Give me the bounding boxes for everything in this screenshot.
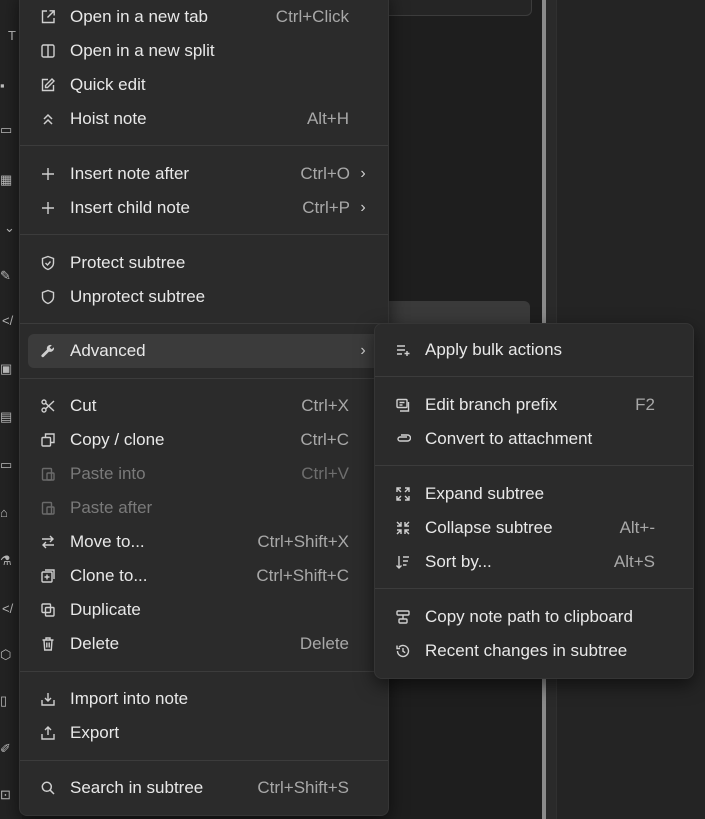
menu-item-paste-into[interactable]: Paste into Ctrl+V [28, 457, 380, 491]
menu-item-recent-changes[interactable]: Recent changes in subtree [383, 634, 685, 668]
menu-item-move-to[interactable]: Move to... Ctrl+Shift+X [28, 525, 380, 559]
advanced-submenu: Apply bulk actions Edit branch prefix F2… [374, 323, 694, 679]
menu-item-quick-edit[interactable]: Quick edit [28, 68, 380, 102]
launcher-chevron-icon[interactable]: ⌄ [4, 220, 18, 236]
launcher-lock-icon[interactable]: ⌂ [0, 505, 14, 521]
menu-item-insert-note-after[interactable]: Insert note after Ctrl+O › [28, 157, 380, 191]
menu-item-expand-subtree[interactable]: Expand subtree [383, 477, 685, 511]
launcher-image-icon[interactable]: ▪ [0, 78, 14, 94]
menu-item-import-into-note[interactable]: Import into note [28, 682, 380, 716]
chevron-right-icon: › [360, 165, 366, 182]
menu-item-cut[interactable]: Cut Ctrl+X [28, 389, 380, 423]
split-panel-icon [39, 42, 57, 60]
trash-icon [39, 635, 57, 653]
menu-separator [375, 376, 693, 377]
launcher-code2-icon[interactable]: </ [2, 601, 16, 617]
launcher-calendar-icon[interactable]: ▤ [0, 409, 14, 425]
menu-item-apply-bulk-actions[interactable]: Apply bulk actions [383, 333, 685, 367]
launcher-calc-icon[interactable]: ▣ [0, 361, 14, 377]
menu-separator [20, 378, 388, 379]
menu-item-hoist-note[interactable]: Hoist note Alt+H [28, 102, 380, 136]
scissors-icon [39, 397, 57, 415]
launcher-relation-icon[interactable]: ⊡ [0, 787, 14, 803]
menu-separator [375, 588, 693, 589]
edit-icon [39, 76, 57, 94]
menu-item-export[interactable]: Export [28, 716, 380, 750]
menu-item-edit-branch-prefix[interactable]: Edit branch prefix F2 [383, 388, 685, 422]
menu-separator [375, 465, 693, 466]
launcher-js-icon[interactable]: ⬡ [0, 647, 14, 663]
launcher-draw-icon[interactable]: ✐ [0, 741, 14, 757]
hoist-icon [39, 110, 57, 128]
note-context-menu: Open in a new tab Ctrl+Click Open in a n… [19, 0, 389, 816]
chevron-right-icon: › [360, 342, 366, 359]
expand-icon [394, 485, 412, 503]
menu-item-clone-to[interactable]: Clone to... Ctrl+Shift+C [28, 559, 380, 593]
export-icon [39, 724, 57, 742]
menu-item-copy-note-path[interactable]: Copy note path to clipboard [383, 600, 685, 634]
branch-prefix-icon [394, 396, 412, 414]
sort-icon [394, 553, 412, 571]
menu-item-advanced[interactable]: Advanced › [28, 334, 380, 368]
plus-icon [39, 165, 57, 183]
transfer-icon [39, 533, 57, 551]
shield-check-icon [39, 254, 57, 272]
launcher-code-icon[interactable]: </ [2, 313, 16, 329]
menu-separator [20, 145, 388, 146]
menu-item-search-in-subtree[interactable]: Search in subtree Ctrl+Shift+S [28, 771, 380, 805]
collapse-icon [394, 519, 412, 537]
menu-item-unprotect-subtree[interactable]: Unprotect subtree [28, 280, 380, 314]
menu-separator [20, 760, 388, 761]
external-link-icon [39, 8, 57, 26]
menu-item-insert-child-note[interactable]: Insert child note Ctrl+P › [28, 191, 380, 225]
menu-separator [20, 234, 388, 235]
menu-item-open-new-tab[interactable]: Open in a new tab Ctrl+Click [28, 0, 380, 34]
launcher-doc-icon[interactable]: ▯ [0, 693, 14, 709]
menu-item-protect-subtree[interactable]: Protect subtree [28, 246, 380, 280]
menu-separator [20, 323, 388, 324]
history-icon [394, 642, 412, 660]
menu-item-duplicate[interactable]: Duplicate [28, 593, 380, 627]
paste-icon [39, 465, 57, 483]
search-icon [39, 779, 57, 797]
bulk-actions-icon [394, 341, 412, 359]
launcher-monitor-icon[interactable]: ▭ [0, 457, 14, 473]
menu-item-sort-by[interactable]: Sort by... Alt+S [383, 545, 685, 579]
menu-item-copy-clone[interactable]: Copy / clone Ctrl+C [28, 423, 380, 457]
menu-item-collapse-subtree[interactable]: Collapse subtree Alt+- [383, 511, 685, 545]
paperclip-icon [394, 430, 412, 448]
launcher-pen-icon[interactable]: ✎ [0, 268, 14, 284]
shield-icon [39, 288, 57, 306]
launcher-book-icon[interactable]: ▭ [0, 122, 14, 138]
menu-item-open-new-split[interactable]: Open in a new split [28, 34, 380, 68]
launcher-flask-icon[interactable]: ⚗ [0, 553, 14, 569]
menu-item-paste-after[interactable]: Paste after [28, 491, 380, 525]
clone-icon [39, 567, 57, 585]
copy-icon [39, 431, 57, 449]
menu-item-delete[interactable]: Delete Delete [28, 627, 380, 661]
paste-icon [39, 499, 57, 517]
import-icon [39, 690, 57, 708]
wrench-icon [39, 342, 57, 360]
duplicate-icon [39, 601, 57, 619]
path-icon [394, 608, 412, 626]
launcher-grid-icon[interactable]: ▦ [0, 172, 14, 188]
menu-separator [20, 671, 388, 672]
plus-icon [39, 199, 57, 217]
menu-item-convert-to-attachment[interactable]: Convert to attachment [383, 422, 685, 456]
chevron-right-icon: › [360, 199, 366, 216]
